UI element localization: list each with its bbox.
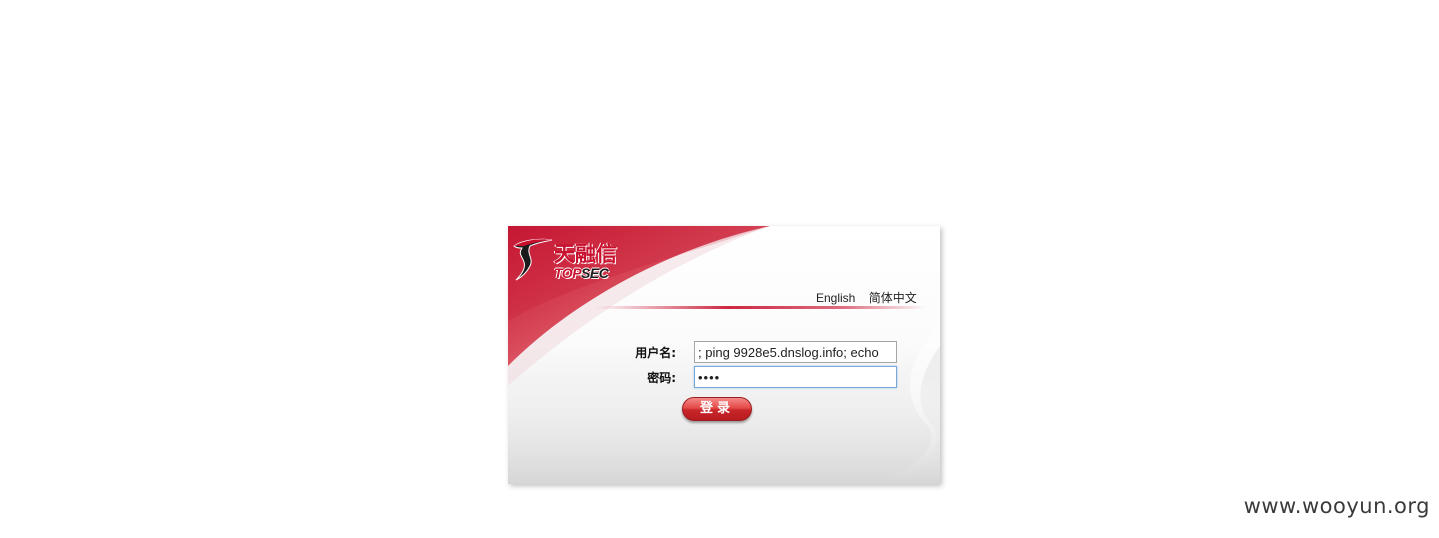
language-switcher: English 简体中文 xyxy=(816,289,917,306)
header-divider xyxy=(596,306,926,309)
login-panel: 天融信 TOPSEC English 简体中文 用户名: 密码: 登录 xyxy=(508,226,940,484)
login-button[interactable]: 登录 xyxy=(682,397,752,421)
watermark-text: www.wooyun.org xyxy=(1243,494,1430,518)
topsec-t-swirl-icon xyxy=(513,238,553,281)
logo-top-text: TOP xyxy=(554,265,582,281)
password-input[interactable] xyxy=(694,366,897,388)
language-english-link[interactable]: English xyxy=(816,291,855,305)
username-label: 用户名: xyxy=(635,346,676,360)
language-chinese-link[interactable]: 简体中文 xyxy=(869,291,917,305)
logo-chinese-name: 天融信 xyxy=(554,242,617,266)
username-input[interactable] xyxy=(694,341,897,363)
logo-english-name: TOPSEC xyxy=(554,265,609,281)
page: 天融信 TOPSEC English 简体中文 用户名: 密码: 登录 www.… xyxy=(0,0,1439,538)
topsec-logo: 天融信 TOPSEC xyxy=(512,234,637,284)
logo-sec-text: SEC xyxy=(581,265,609,281)
password-label: 密码: xyxy=(647,371,676,385)
